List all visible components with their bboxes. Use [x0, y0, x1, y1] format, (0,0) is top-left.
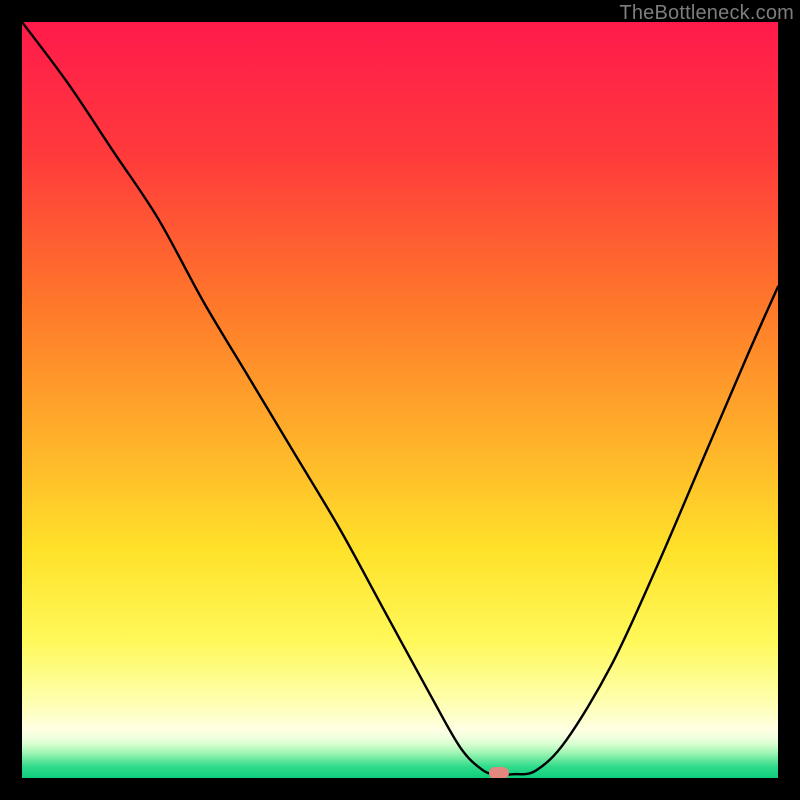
- plot-area: [22, 22, 778, 778]
- chart-stage: TheBottleneck.com: [0, 0, 800, 800]
- optimum-marker: [489, 767, 509, 778]
- bottleneck-curve: [22, 22, 778, 778]
